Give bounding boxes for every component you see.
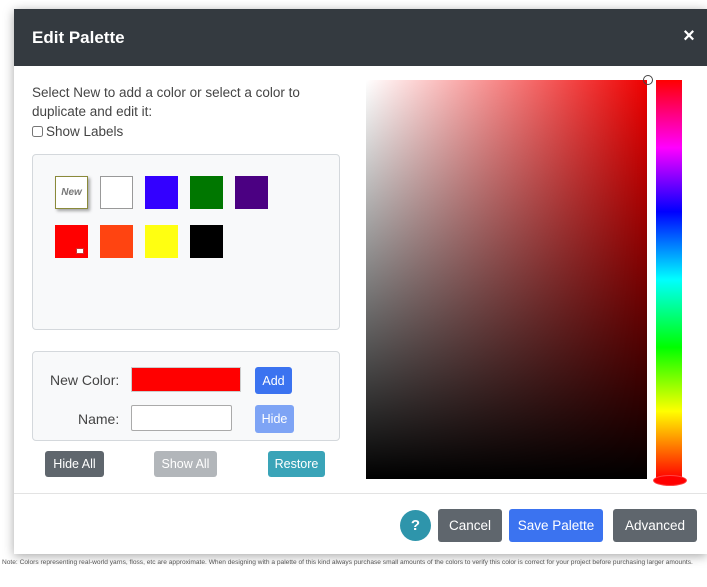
- swatch-green[interactable]: [190, 176, 223, 209]
- show-labels-label: Show Labels: [46, 124, 124, 139]
- instructions-text: Select New to add a color or select a co…: [32, 85, 300, 119]
- swatch-purple[interactable]: [235, 176, 268, 209]
- dialog-title: Edit Palette: [32, 28, 125, 47]
- new-swatch-button[interactable]: New: [55, 176, 88, 209]
- hue-slider-handle[interactable]: [653, 475, 687, 486]
- name-input[interactable]: [131, 405, 232, 431]
- hide-all-button[interactable]: Hide All: [45, 451, 104, 477]
- close-icon[interactable]: ×: [679, 26, 699, 46]
- show-labels-checkbox[interactable]: [32, 126, 43, 137]
- swatch-yellow[interactable]: [145, 225, 178, 258]
- show-all-button[interactable]: Show All: [154, 451, 217, 477]
- footer-divider: [14, 493, 707, 494]
- swatch-blue[interactable]: [145, 176, 178, 209]
- new-color-panel: New Color: Add Name: Hide: [32, 351, 340, 441]
- cancel-button[interactable]: Cancel: [438, 509, 502, 542]
- add-button[interactable]: Add: [255, 367, 292, 394]
- hue-slider[interactable]: [656, 80, 682, 479]
- swatch-red[interactable]: [55, 225, 88, 258]
- swatch-white[interactable]: [100, 176, 133, 209]
- disclaimer-note: Note: Colors representing real-world yar…: [2, 559, 693, 566]
- dialog-titlebar: Edit Palette ×: [14, 9, 707, 66]
- new-color-label: New Color:: [50, 372, 120, 388]
- new-color-field[interactable]: [131, 367, 241, 392]
- selected-marker-icon: [76, 248, 84, 254]
- palette-swatch-panel: New: [32, 154, 340, 330]
- advanced-button[interactable]: Advanced: [613, 509, 697, 542]
- restore-button[interactable]: Restore: [268, 451, 325, 477]
- picker-cursor[interactable]: [643, 75, 653, 85]
- help-icon[interactable]: ?: [400, 510, 431, 541]
- name-label: Name:: [78, 411, 120, 427]
- swatch-black[interactable]: [190, 225, 223, 258]
- edit-palette-dialog: Edit Palette × Select New to add a color…: [14, 9, 707, 554]
- saturation-value-picker[interactable]: [366, 80, 647, 479]
- save-palette-button[interactable]: Save Palette: [509, 509, 603, 542]
- hide-button[interactable]: Hide: [255, 405, 294, 433]
- show-labels-toggle[interactable]: Show Labels: [32, 124, 123, 139]
- swatch-orange[interactable]: [100, 225, 133, 258]
